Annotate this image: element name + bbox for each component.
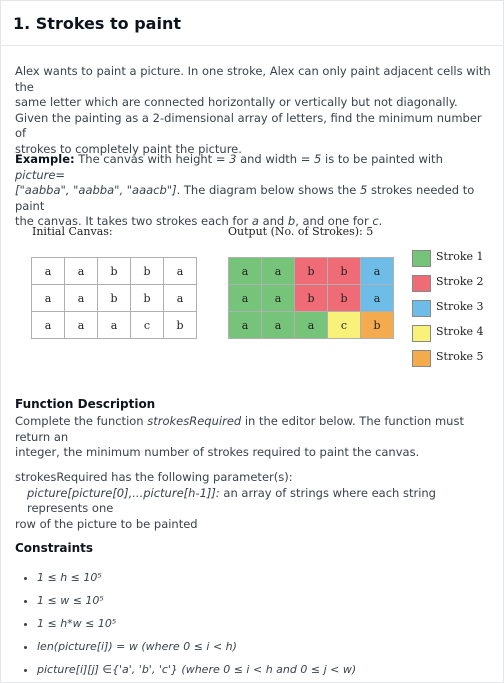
constraint-item: 1 ≤ w ≤ 10⁵	[37, 589, 497, 612]
output-canvas-cell: a	[261, 311, 295, 339]
constraint-item: picture[i][j] ∈{'a', 'b', 'c'} (where 0 …	[37, 658, 497, 681]
output-canvas-cell: a	[228, 257, 262, 285]
output-canvas-row: aabba	[228, 257, 394, 285]
output-canvas-cell: c	[327, 311, 361, 339]
stroke-legend: Stroke 1 Stroke 2 Stroke 3 Stroke 4 Stroke 5	[412, 248, 488, 372]
output-canvas-grid: aabbaaabbaaaacb	[228, 257, 394, 339]
initial-canvas-cell: a	[163, 257, 197, 285]
output-canvas-cell: b	[327, 284, 361, 312]
initial-canvas-row: aabba	[31, 284, 197, 312]
output-canvas-cell: a	[228, 311, 262, 339]
initial-canvas-cell: a	[64, 257, 98, 285]
intro-paragraph: Alex wants to paint a picture. In one st…	[15, 64, 495, 157]
example-text: is to be painted with	[321, 152, 443, 166]
constraint-item: len(picture[i]) = w (where 0 ≤ i < h)	[37, 635, 497, 658]
legend-label: Stroke 5	[436, 350, 484, 363]
output-canvas-cell: a	[360, 284, 394, 312]
initial-canvas-row: aaacb	[31, 311, 197, 339]
example-label: Example:	[15, 152, 75, 166]
initial-canvas-cell: b	[163, 311, 197, 339]
parameter-desc: row of the picture to be painted	[15, 516, 198, 531]
example-paragraph: Example: The canvas with height = 3 and …	[15, 152, 495, 230]
initial-canvas-cell: b	[97, 284, 131, 312]
output-label: Output (No. of Strokes): 5	[228, 225, 374, 238]
initial-canvas-cell: b	[130, 284, 164, 312]
title-divider	[0, 45, 504, 46]
example-text: =	[55, 167, 66, 182]
initial-canvas-cell: a	[64, 284, 98, 312]
legend-swatch	[412, 300, 431, 317]
output-canvas-cell: b	[294, 257, 328, 285]
parameter-name: picture[picture[0],...picture[h-1]]:	[27, 485, 220, 500]
output-canvas-cell: a	[294, 311, 328, 339]
legend-label: Stroke 4	[436, 325, 484, 338]
legend-label: Stroke 3	[436, 300, 484, 313]
example-diagram: Initial Canvas: Output (No. of Strokes):…	[28, 222, 488, 372]
initial-canvas-cell: a	[31, 284, 65, 312]
fd-text: integer, the minimum number of strokes r…	[15, 445, 420, 459]
fd-function-name: strokesRequired	[147, 414, 242, 428]
constraints-heading: Constraints	[15, 541, 94, 555]
output-canvas-cell: a	[360, 257, 394, 285]
example-text: The canvas with height =	[74, 152, 230, 166]
constraint-item: 1 ≤ h*w ≤ 10⁵	[37, 612, 497, 635]
intro-line: Given the painting as a 2-dimensional ar…	[15, 110, 482, 141]
intro-line: same letter which are connected horizont…	[15, 95, 458, 109]
legend-label: Stroke 2	[436, 275, 484, 288]
constraints-list: 1 ≤ h ≤ 10⁵1 ≤ w ≤ 10⁵1 ≤ h*w ≤ 10⁵len(p…	[19, 566, 497, 681]
example-array: ["aabba", "aabba", "aaacb"]	[15, 183, 177, 197]
initial-canvas-cell: a	[31, 311, 65, 339]
legend-label: Stroke 1	[436, 250, 484, 263]
output-canvas-cell: b	[360, 311, 394, 339]
initial-canvas-grid: aabbaaabbaaaacb	[31, 257, 197, 339]
function-description-heading: Function Description	[15, 397, 156, 411]
output-canvas-cell: b	[327, 257, 361, 285]
initial-canvas-row: aabba	[31, 257, 197, 285]
parameters-text: strokesRequired has the following parame…	[15, 470, 495, 532]
legend-swatch	[412, 350, 431, 367]
output-canvas-cell: a	[228, 284, 262, 312]
example-picture-word: picture	[15, 167, 56, 182]
legend-swatch	[412, 325, 431, 342]
output-canvas-cell: a	[261, 257, 295, 285]
constraint-item: 1 ≤ h ≤ 10⁵	[37, 566, 497, 589]
parameters-intro: strokesRequired has the following parame…	[15, 470, 293, 484]
fd-text: Complete the function	[15, 414, 148, 428]
initial-canvas-cell: b	[97, 257, 131, 285]
problem-title: 1. Strokes to paint	[13, 14, 181, 33]
function-description-text: Complete the function strokesRequired in…	[15, 414, 495, 461]
initial-canvas-cell: a	[163, 284, 197, 312]
output-canvas-row: aabba	[228, 284, 394, 312]
legend-swatch	[412, 275, 431, 292]
initial-canvas-cell: a	[64, 311, 98, 339]
example-text: . The diagram below shows the	[176, 183, 360, 197]
example-text: and width =	[236, 152, 315, 166]
output-canvas-row: aaacb	[228, 311, 394, 339]
intro-line: Alex wants to paint a picture. In one st…	[15, 64, 491, 94]
initial-canvas-cell: a	[31, 257, 65, 285]
initial-canvas-cell: c	[130, 311, 164, 339]
output-canvas-cell: b	[294, 284, 328, 312]
output-canvas-cell: a	[261, 284, 295, 312]
initial-canvas-cell: a	[97, 311, 131, 339]
legend-swatch	[412, 250, 431, 267]
initial-canvas-cell: b	[130, 257, 164, 285]
initial-canvas-label: Initial Canvas:	[32, 225, 113, 238]
